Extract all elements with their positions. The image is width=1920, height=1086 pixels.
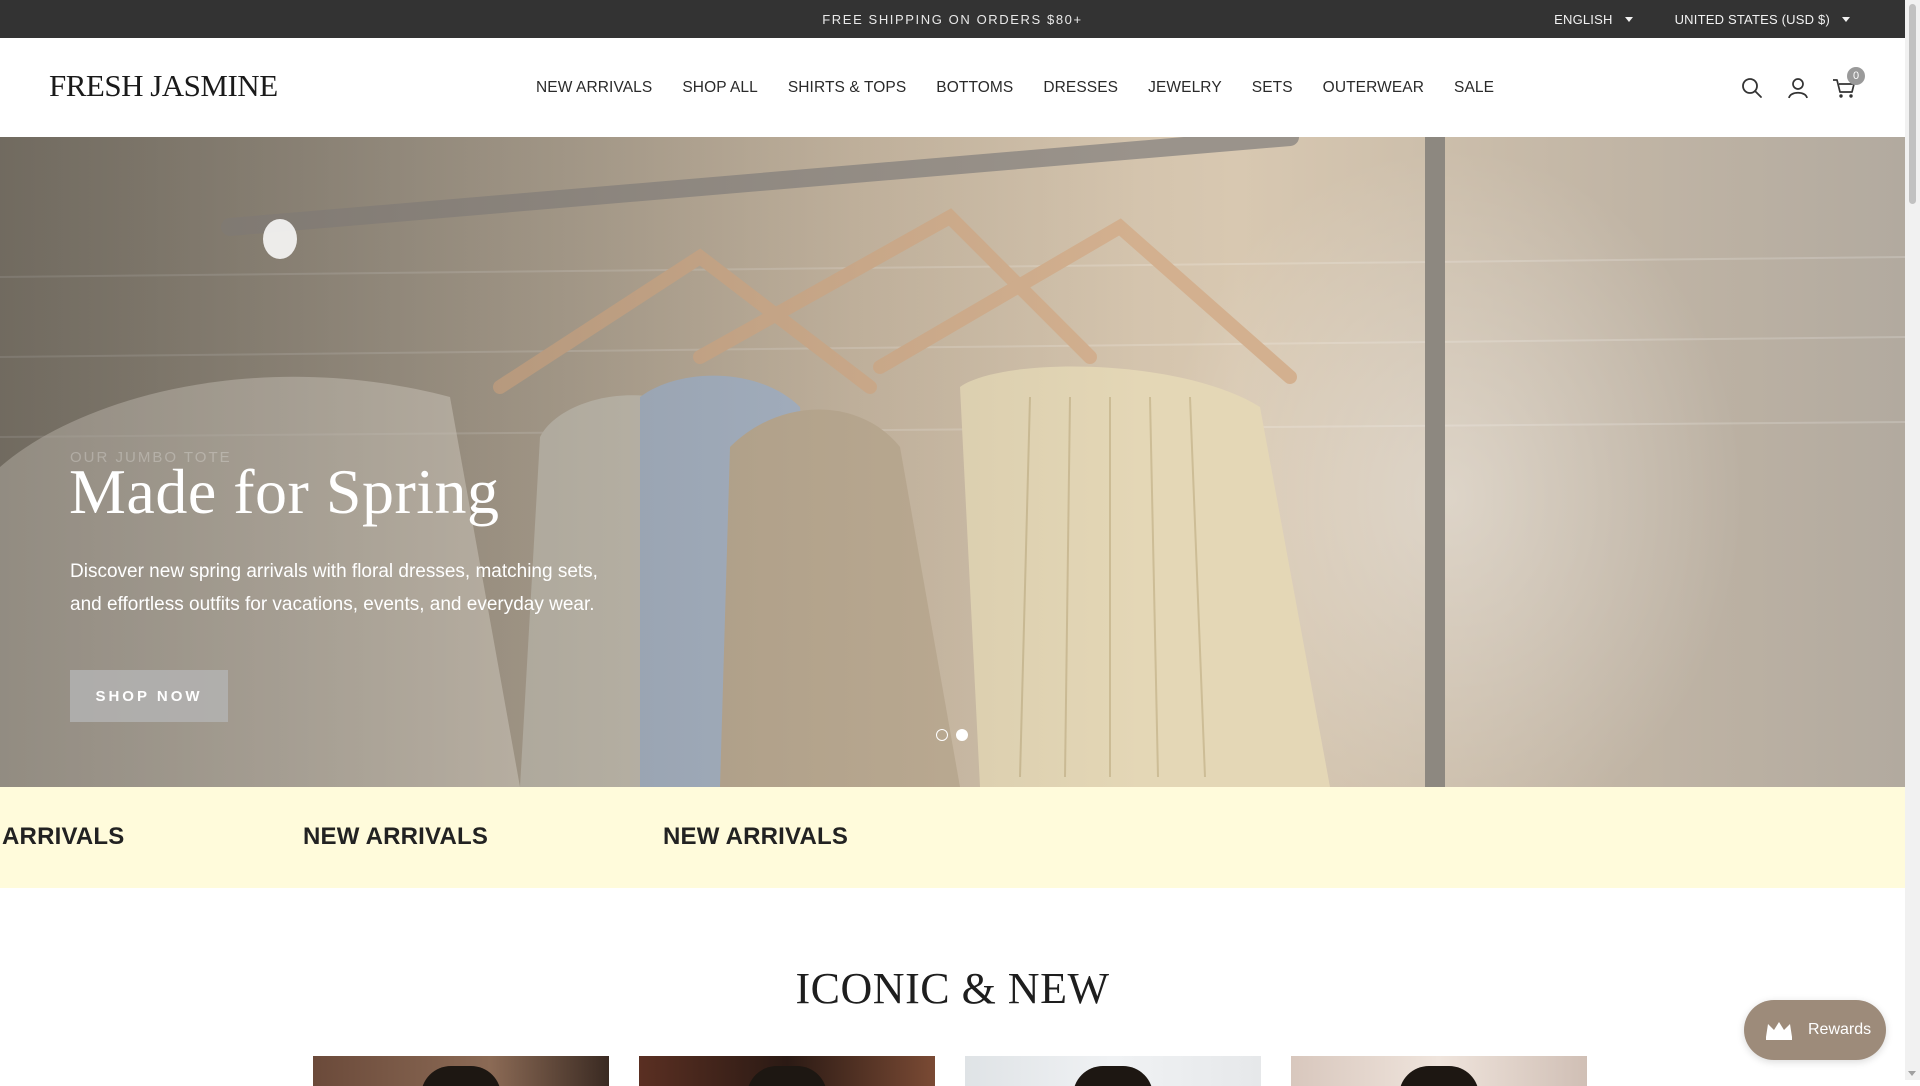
- site-header: FRESH JASMINE NEW ARRIVALS SHOP ALL SHIR…: [0, 38, 1905, 137]
- shop-now-button[interactable]: SHOP NOW: [70, 670, 228, 722]
- product-card[interactable]: [313, 1056, 609, 1086]
- nav-sets[interactable]: SETS: [1252, 79, 1293, 97]
- site-logo[interactable]: FRESH JASMINE: [49, 68, 278, 104]
- rewards-button[interactable]: Rewards: [1744, 1000, 1886, 1060]
- account-icon[interactable]: [1785, 75, 1811, 101]
- nav-dresses[interactable]: DRESSES: [1043, 79, 1118, 97]
- search-icon[interactable]: [1739, 75, 1765, 101]
- page-scrollbar[interactable]: [1905, 0, 1920, 1080]
- locale-selectors: ENGLISH UNITED STATES (USD $): [1554, 0, 1850, 38]
- product-card[interactable]: [965, 1056, 1261, 1086]
- rewards-label: Rewards: [1808, 1021, 1872, 1038]
- product-image: [1399, 1066, 1479, 1086]
- chevron-down-icon: [1842, 16, 1850, 22]
- nav-outerwear[interactable]: OUTERWEAR: [1323, 79, 1424, 97]
- language-selector[interactable]: ENGLISH: [1554, 11, 1633, 27]
- cart-icon[interactable]: 0: [1831, 67, 1865, 101]
- slide-dot-1[interactable]: [936, 729, 948, 741]
- product-card[interactable]: [639, 1056, 935, 1086]
- nav-bottoms[interactable]: BOTTOMS: [936, 79, 1013, 97]
- slide-dot-2[interactable]: [956, 729, 968, 741]
- product-image: [1073, 1066, 1153, 1086]
- section-title: ICONIC & NEW: [795, 964, 1110, 1013]
- language-label: ENGLISH: [1554, 11, 1613, 27]
- nav-jewelry[interactable]: JEWELRY: [1148, 79, 1222, 97]
- nav-shop-all[interactable]: SHOP ALL: [682, 79, 757, 97]
- marquee-item[interactable]: NEW ARRIVALS: [663, 823, 848, 851]
- country-selector[interactable]: UNITED STATES (USD $): [1675, 12, 1850, 27]
- hero-subtitle: Discover new spring arrivals with floral…: [70, 561, 598, 615]
- country-label: UNITED STATES (USD $): [1674, 11, 1830, 27]
- hero-banner: OUR JUMBO TOTE Made for Spring Discover …: [0, 137, 1905, 787]
- nav-shirts-tops[interactable]: SHIRTS & TOPS: [788, 79, 906, 97]
- product-grid: [313, 1056, 1587, 1086]
- scrollbar-thumb[interactable]: [1909, 4, 1916, 204]
- chevron-down-icon: [1624, 16, 1633, 22]
- nav-sale[interactable]: SALE: [1454, 79, 1494, 97]
- hero-decor: [263, 219, 297, 259]
- main-nav: NEW ARRIVALS SHOP ALL SHIRTS & TOPS BOTT…: [536, 38, 1494, 137]
- product-image: [747, 1066, 827, 1086]
- product-card[interactable]: [1291, 1056, 1587, 1086]
- scroll-down-icon[interactable]: [1908, 1071, 1916, 1076]
- hero-title: Made for Spring: [69, 456, 500, 527]
- product-image: [421, 1066, 501, 1086]
- announcement-bar: FREE SHIPPING ON ORDERS $80+ ENGLISH UNI…: [0, 0, 1905, 38]
- new-arrivals-marquee: ARRIVALS NEW ARRIVALS NEW ARRIVALS: [0, 787, 1905, 888]
- crown-icon: [1766, 1022, 1792, 1040]
- nav-new-arrivals[interactable]: NEW ARRIVALS: [536, 79, 652, 97]
- cart-count-badge: 0: [1847, 67, 1865, 85]
- marquee-item[interactable]: ARRIVALS: [2, 823, 125, 851]
- slide-indicators: [936, 729, 968, 741]
- marquee-item[interactable]: NEW ARRIVALS: [303, 823, 488, 851]
- header-icons: 0: [1739, 67, 1865, 104]
